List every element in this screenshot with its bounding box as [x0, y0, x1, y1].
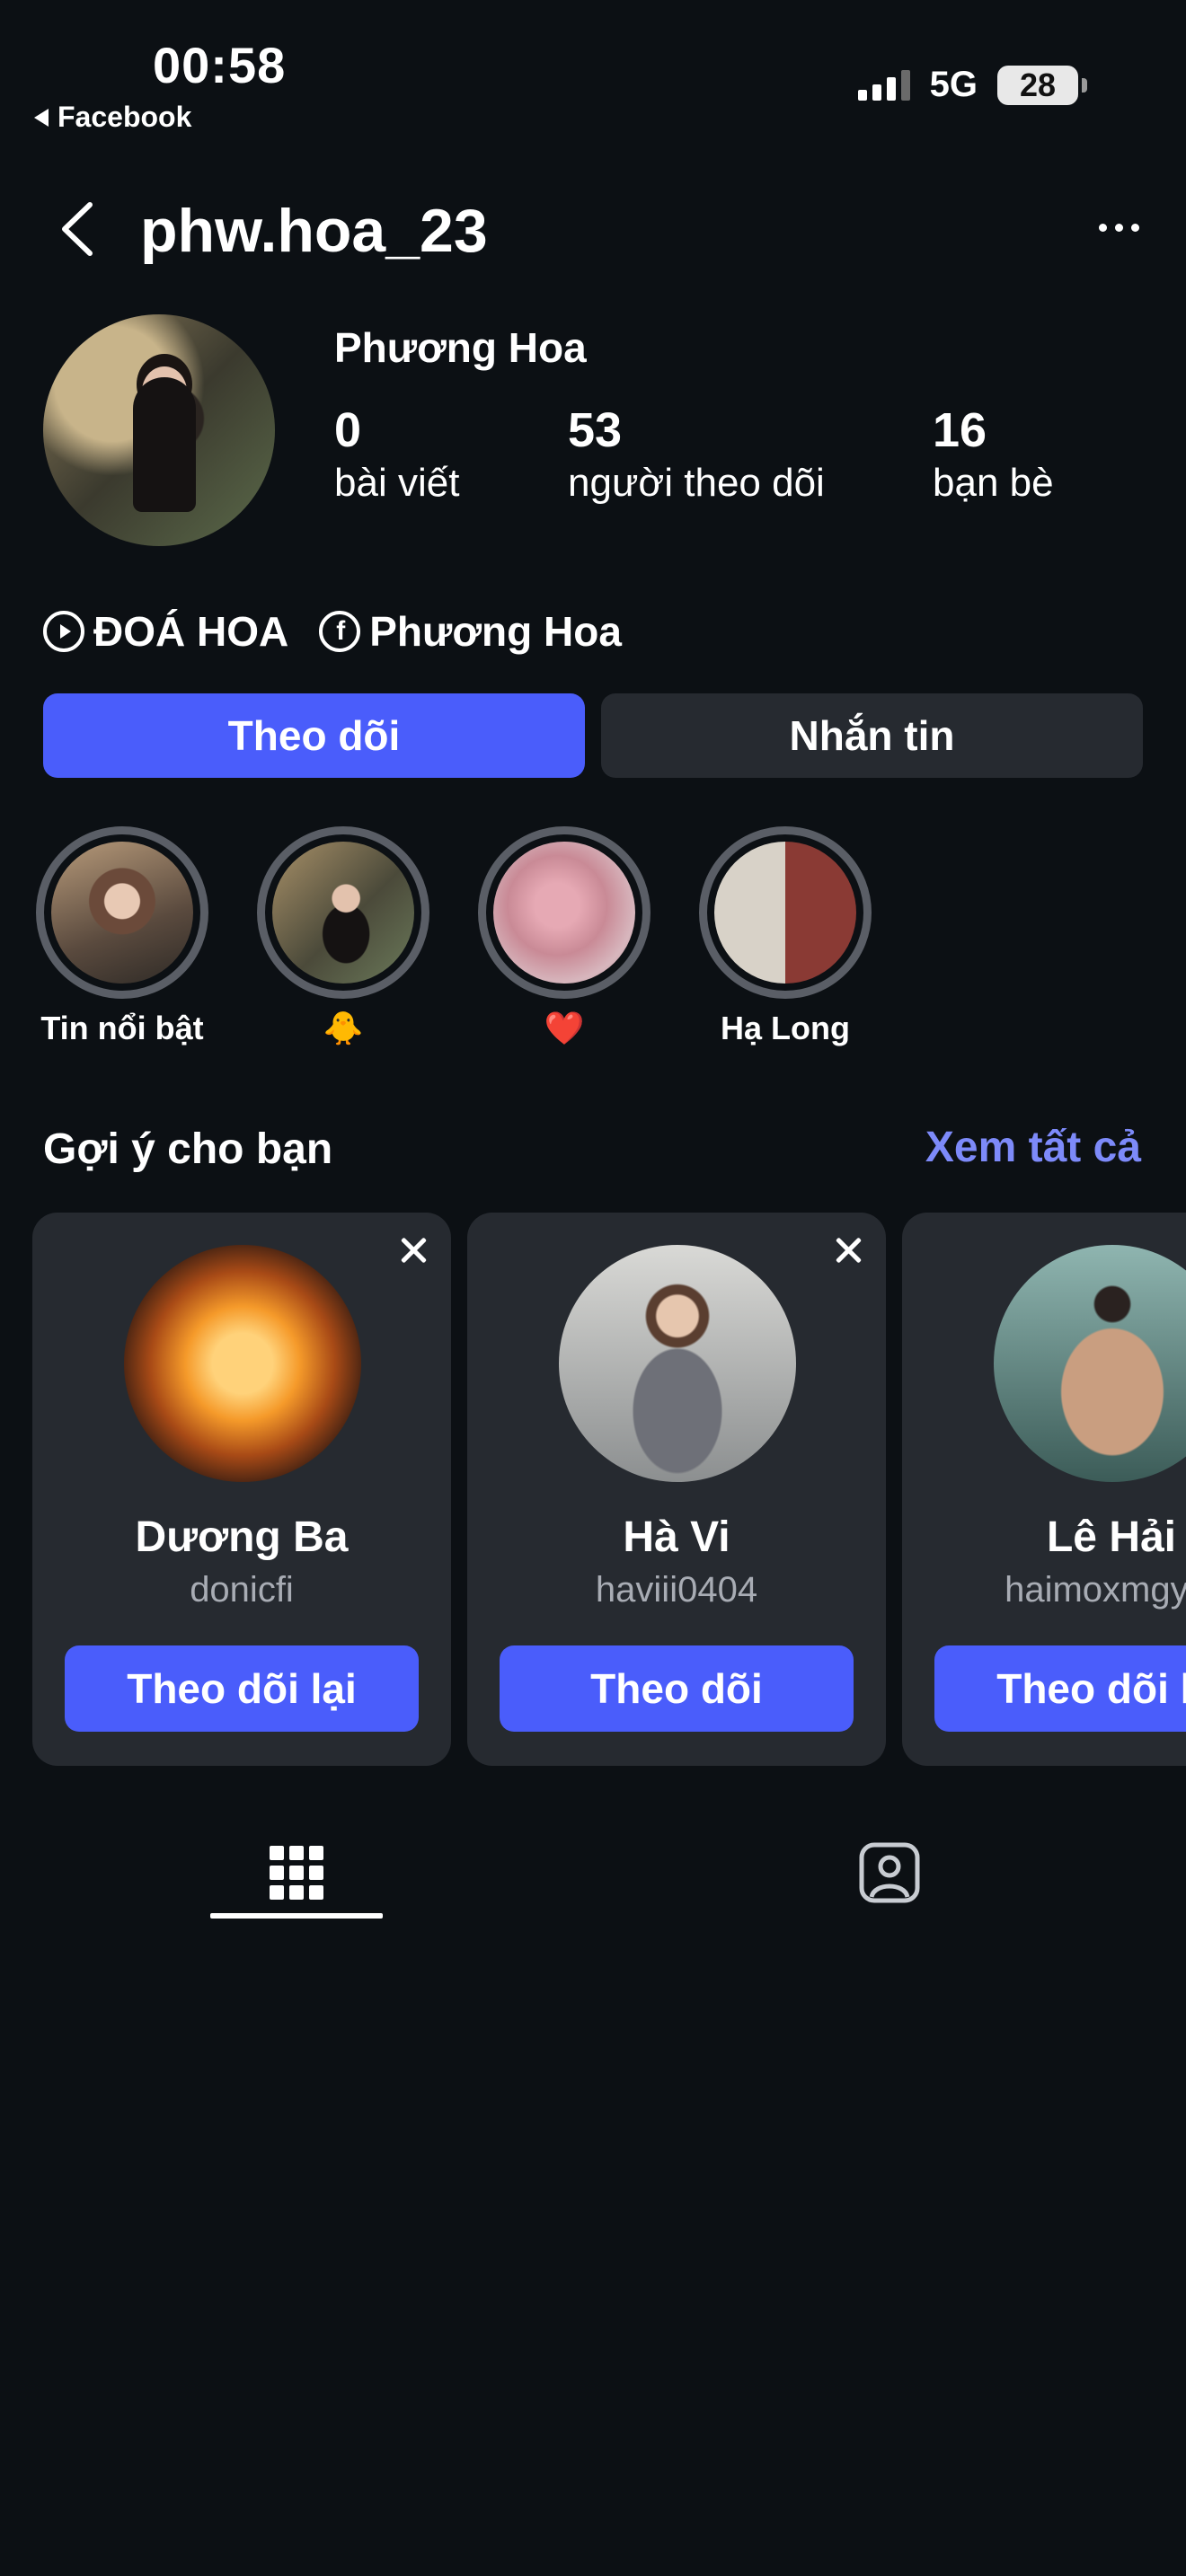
- more-options-button[interactable]: [1087, 205, 1150, 250]
- suggestion-handle: haimoxmgym: [1005, 1570, 1186, 1610]
- link-label: ĐOÁ HOA: [93, 608, 289, 655]
- play-circle-icon: [43, 611, 84, 652]
- suggestions-carousel[interactable]: Dương Ba donicfi Theo dõi lại Hà Vi havi…: [32, 1213, 1186, 1766]
- grid-icon: [270, 1846, 323, 1900]
- profile-links: ĐOÁ HOA f Phương Hoa: [43, 607, 622, 656]
- see-all-link[interactable]: Xem tất cả: [925, 1123, 1141, 1172]
- follow-button[interactable]: Theo dõi: [43, 693, 585, 778]
- highlight-label: Hạ Long: [721, 1010, 850, 1046]
- more-dot-icon: [1114, 223, 1123, 232]
- stat-label: bài viết: [334, 461, 460, 506]
- highlight-thumbnail: [272, 842, 414, 984]
- suggestion-handle: donicfi: [190, 1570, 294, 1610]
- suggestion-name: Hà Vi: [623, 1513, 730, 1561]
- chevron-left-icon: [62, 202, 93, 256]
- status-indicators: 5G 28: [857, 65, 1087, 105]
- profile-header: phw.hoa_23: [0, 180, 1186, 278]
- battery-level: 28: [1019, 66, 1057, 103]
- suggestion-name: Lê Hải: [1046, 1513, 1177, 1561]
- highlight-thumbnail: [714, 842, 856, 984]
- suggestion-avatar[interactable]: [124, 1245, 361, 1482]
- more-dot-icon: [1098, 223, 1107, 232]
- stat-label: người theo dõi: [568, 461, 825, 506]
- tab-posts-grid[interactable]: [207, 1823, 386, 1922]
- profile-avatar[interactable]: [43, 314, 275, 546]
- active-tab-indicator: [210, 1913, 383, 1919]
- facebook-icon: f: [319, 611, 361, 652]
- suggestion-name: Dương Ba: [135, 1513, 349, 1561]
- message-button[interactable]: Nhắn tin: [601, 693, 1143, 778]
- stat-friends[interactable]: 16 bạn bè: [933, 403, 1054, 509]
- stat-value: 53: [568, 403, 623, 457]
- battery-icon: 28: [997, 65, 1087, 105]
- follow-back-button[interactable]: Theo dõi lại: [934, 1645, 1186, 1732]
- stat-label: bạn bè: [933, 461, 1054, 506]
- profile-username: phw.hoa_23: [140, 197, 488, 265]
- suggestion-avatar[interactable]: [994, 1245, 1186, 1482]
- suggestion-card[interactable]: Lê Hải haimoxmgym Theo dõi lại: [902, 1213, 1186, 1766]
- network-label: 5G: [929, 65, 978, 104]
- stat-posts[interactable]: 0 bài viết: [334, 403, 460, 509]
- link-label: Phương Hoa: [369, 608, 622, 655]
- suggestion-card[interactable]: Hà Vi haviii0404 Theo dõi: [467, 1213, 886, 1766]
- suggestion-avatar[interactable]: [559, 1245, 796, 1482]
- signal-icon: [857, 69, 910, 101]
- close-icon[interactable]: [830, 1232, 866, 1268]
- link-facebook[interactable]: f Phương Hoa: [319, 607, 622, 656]
- suggestion-handle: haviii0404: [595, 1570, 758, 1610]
- highlight-thumbnail: [493, 842, 635, 984]
- stat-followers[interactable]: 53 người theo dõi: [568, 403, 825, 509]
- back-button[interactable]: [50, 198, 104, 260]
- profile-actions: Theo dõi Nhắn tin: [43, 693, 1143, 778]
- link-music[interactable]: ĐOÁ HOA: [43, 607, 288, 656]
- back-to-app-link[interactable]: Facebook: [34, 101, 191, 134]
- highlight-item[interactable]: 🐥: [253, 826, 433, 1047]
- suggestion-card[interactable]: Dương Ba donicfi Theo dõi lại: [32, 1213, 451, 1766]
- display-name: Phương Hoa: [334, 324, 587, 371]
- close-icon[interactable]: [395, 1232, 431, 1268]
- tab-tagged[interactable]: [800, 1823, 979, 1922]
- stat-value: 0: [334, 403, 362, 457]
- highlight-item[interactable]: ❤️: [474, 826, 654, 1047]
- highlight-item[interactable]: Tin nổi bật: [32, 826, 212, 1047]
- highlight-label: 🐥: [323, 1010, 364, 1046]
- highlight-item[interactable]: Hạ Long: [695, 826, 875, 1047]
- more-dot-icon: [1130, 223, 1139, 232]
- follow-button[interactable]: Theo dõi: [500, 1645, 854, 1732]
- highlight-label: Tin nổi bật: [40, 1010, 204, 1046]
- follow-back-button[interactable]: Theo dõi lại: [65, 1645, 419, 1732]
- status-time: 00:58: [153, 37, 287, 93]
- stat-value: 16: [933, 403, 987, 457]
- profile-page: 00:58 Facebook 5G 28 phw.hoa_23 Phương H…: [0, 0, 1186, 2576]
- back-app-label: Facebook: [58, 101, 192, 133]
- highlight-label: ❤️: [544, 1010, 585, 1046]
- highlight-thumbnail: [51, 842, 193, 984]
- back-triangle-icon: [34, 108, 49, 127]
- tagged-person-icon: [859, 1842, 920, 1903]
- suggestions-title: Gợi ý cho bạn: [43, 1125, 333, 1173]
